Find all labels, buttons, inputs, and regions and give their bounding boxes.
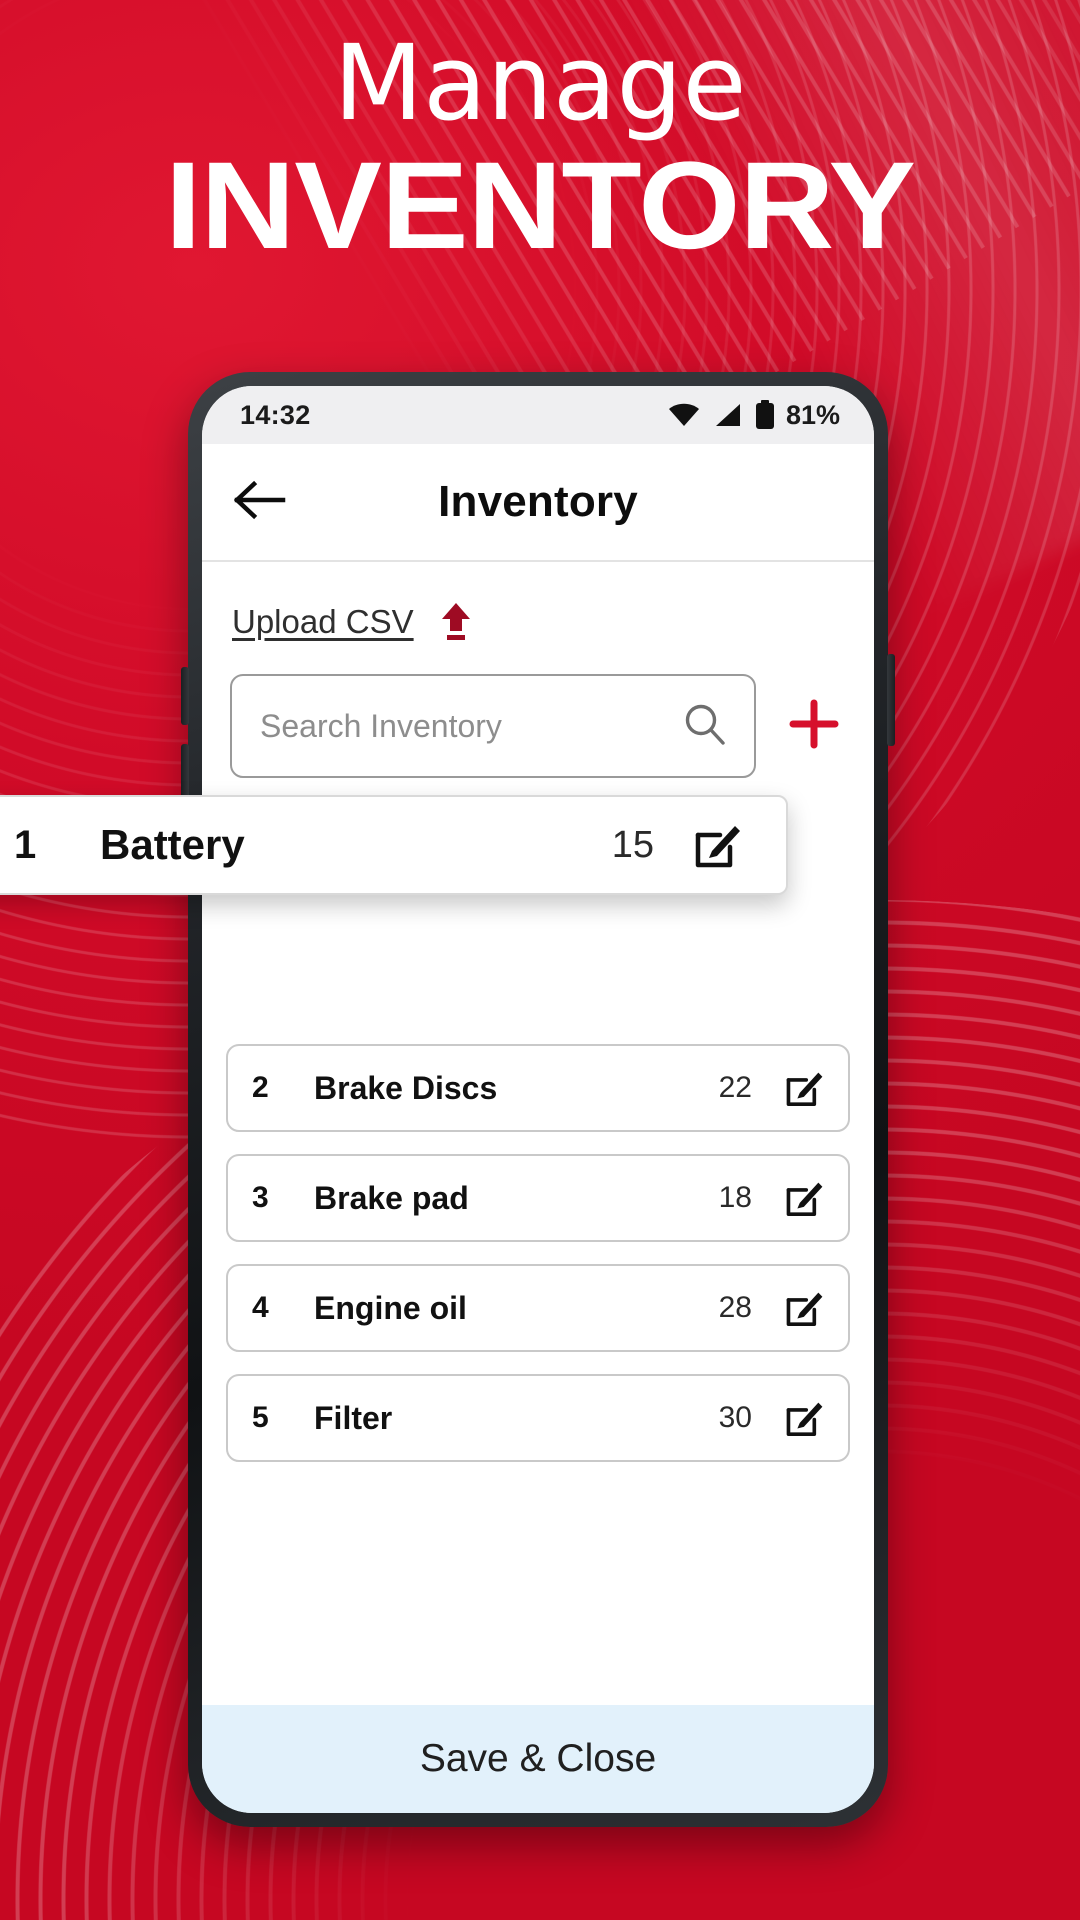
list-item-index: 2 bbox=[252, 1071, 269, 1104]
list-item-name: Brake Discs bbox=[314, 1069, 498, 1106]
list-item-quantity: 28 bbox=[718, 1291, 752, 1324]
list-item-quantity: 18 bbox=[718, 1181, 752, 1214]
headline-line-2: INVENTORY bbox=[164, 137, 916, 276]
status-time: 14:32 bbox=[240, 399, 311, 430]
wifi-icon bbox=[667, 402, 701, 428]
edit-pencil-icon[interactable] bbox=[690, 819, 742, 871]
list-item-name: Brake pad bbox=[314, 1179, 469, 1216]
arrow-left-icon bbox=[233, 480, 286, 525]
back-button[interactable] bbox=[228, 470, 292, 534]
search-icon[interactable] bbox=[682, 701, 728, 752]
volume-down-button[interactable] bbox=[181, 744, 189, 802]
list-item-name: Battery bbox=[100, 821, 245, 868]
cellular-signal-icon bbox=[714, 402, 742, 428]
upload-csv-row[interactable]: Upload CSV bbox=[226, 562, 850, 648]
list-item-index: 5 bbox=[252, 1401, 269, 1434]
add-part-button[interactable] bbox=[782, 694, 846, 758]
app-bar: Inventory bbox=[202, 444, 874, 562]
save-close-label: Save & Close bbox=[419, 1737, 657, 1780]
parts-list: 2 Brake Discs 22 3 Brake pad 18 4 Engine oil 2… bbox=[226, 894, 850, 1462]
list-item-quantity: 22 bbox=[718, 1071, 752, 1104]
page-title: Inventory bbox=[438, 477, 638, 526]
list-item[interactable]: 5 Filter 30 bbox=[226, 1374, 850, 1462]
power-button[interactable] bbox=[887, 654, 895, 746]
plus-icon bbox=[786, 696, 842, 757]
promo-headline: Manage INVENTORY bbox=[0, 30, 1080, 268]
app-content: Upload CSV Search Inventory 2 Brake Disc… bbox=[202, 562, 874, 1705]
upload-arrow-icon[interactable] bbox=[436, 600, 476, 644]
list-item-index: 3 bbox=[252, 1181, 269, 1214]
edit-pencil-icon[interactable] bbox=[782, 1397, 824, 1439]
list-item-index: 4 bbox=[252, 1291, 269, 1324]
featured-row-spacer bbox=[226, 894, 850, 1022]
list-item-index: 1 bbox=[14, 822, 37, 867]
list-item-name: Engine oil bbox=[314, 1289, 467, 1326]
list-item[interactable]: 2 Brake Discs 22 bbox=[226, 1044, 850, 1132]
edit-pencil-icon[interactable] bbox=[782, 1067, 824, 1109]
search-row: Search Inventory bbox=[226, 674, 850, 778]
list-item[interactable]: 4 Engine oil 28 bbox=[226, 1264, 850, 1352]
upload-csv-link[interactable]: Upload CSV bbox=[232, 603, 414, 641]
search-input[interactable]: Search Inventory bbox=[230, 674, 756, 778]
volume-up-button[interactable] bbox=[181, 667, 189, 725]
battery-percent-label: 81% bbox=[785, 399, 840, 430]
edit-pencil-icon[interactable] bbox=[782, 1177, 824, 1219]
status-bar: 14:32 81% bbox=[202, 386, 874, 444]
list-item-quantity: 15 bbox=[611, 823, 654, 866]
battery-icon bbox=[755, 400, 775, 430]
list-item-name: Filter bbox=[314, 1399, 393, 1436]
status-indicators: 81% bbox=[667, 400, 840, 431]
list-item-quantity: 30 bbox=[718, 1401, 752, 1434]
save-close-button[interactable]: Save & Close bbox=[202, 1705, 874, 1813]
list-item-featured[interactable]: 1 Battery 15 bbox=[0, 795, 788, 895]
list-item[interactable]: 3 Brake pad 18 bbox=[226, 1154, 850, 1242]
search-placeholder: Search Inventory bbox=[260, 707, 502, 744]
headline-line-1: Manage bbox=[333, 22, 747, 144]
phone-mockup: 14:32 81% Inventory Upload CSV Search In… bbox=[181, 372, 895, 1827]
edit-pencil-icon[interactable] bbox=[782, 1287, 824, 1329]
phone-screen: 14:32 81% Inventory Upload CSV Search In… bbox=[202, 386, 874, 1813]
